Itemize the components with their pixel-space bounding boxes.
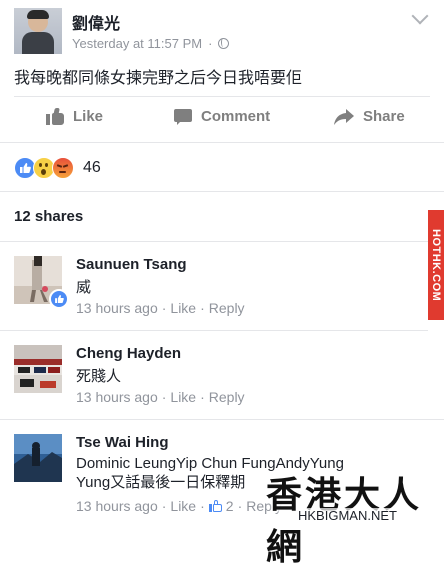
post-meta: Yesterday at 11:57 PM · [72, 36, 230, 51]
comment-reply-link[interactable]: Reply [209, 300, 245, 316]
comment-time[interactable]: 13 hours ago [76, 300, 158, 316]
meta-separator: · [161, 498, 167, 514]
comment-like-link[interactable]: Like [170, 498, 196, 514]
comment-label: Comment [201, 108, 271, 125]
meta-separator: · [200, 498, 205, 514]
comment-meta: 13 hours ago · Like · Reply [76, 389, 245, 405]
post-author-name[interactable]: 劉偉光 [72, 10, 120, 34]
comment-text: 威 [76, 279, 92, 296]
commenter-name[interactable]: Cheng Hayden [76, 345, 181, 362]
divider [0, 142, 444, 143]
meta-separator: · [161, 300, 167, 316]
reactions-summary[interactable]: 46 [14, 157, 101, 179]
comment-time[interactable]: 13 hours ago [76, 389, 158, 405]
comment-time[interactable]: 13 hours ago [76, 498, 158, 514]
share-arrow-icon [334, 108, 354, 125]
comment-like-link[interactable]: Like [170, 300, 196, 316]
divider [0, 241, 444, 242]
commenter-name[interactable]: Tse Wai Hing [76, 434, 169, 451]
chevron-down-icon[interactable] [411, 7, 429, 25]
divider [0, 191, 444, 192]
commenter-avatar[interactable] [14, 434, 62, 482]
commenter-name[interactable]: Saunuen Tsang [76, 256, 187, 273]
post-text: 我每晚都同條女揀完野之后今日我唔要佢 [14, 70, 303, 87]
like-button[interactable]: Like [46, 108, 103, 125]
liked-badge-icon [49, 289, 69, 309]
side-watermark: HOTHK.COM [428, 210, 444, 320]
divider [0, 330, 428, 331]
like-label: Like [73, 108, 104, 125]
comment-icon [174, 108, 192, 125]
divider [0, 419, 444, 420]
comment-like-count[interactable]: 2 [226, 498, 234, 514]
meta-separator: · [200, 300, 205, 316]
globe-icon [218, 38, 230, 49]
site-url-watermark: HKBIGMAN.NET [296, 508, 399, 523]
author-avatar[interactable] [14, 8, 62, 54]
thumbs-up-icon [208, 500, 222, 512]
meta-separator: · [208, 36, 213, 51]
share-button[interactable]: Share [334, 108, 405, 125]
commenter-avatar[interactable] [14, 345, 62, 393]
comment-meta: 13 hours ago · Like · 2 · Reply [76, 498, 282, 514]
reaction-count: 46 [83, 159, 101, 176]
comment-reply-link[interactable]: Reply [209, 389, 245, 405]
comment-meta: 13 hours ago · Like · Reply [76, 300, 245, 316]
comment-button[interactable]: Comment [174, 108, 270, 125]
meta-separator: · [237, 498, 243, 514]
thumbs-up-icon [46, 108, 64, 125]
post-timestamp[interactable]: Yesterday at 11:57 PM [72, 36, 202, 51]
angry-reaction-icon [52, 157, 74, 179]
meta-separator: · [161, 389, 167, 405]
comment-text: 死賤人 [76, 368, 122, 385]
shares-count[interactable]: 12 shares [14, 208, 83, 225]
divider [14, 96, 430, 97]
share-label: Share [363, 108, 405, 125]
comment-like-link[interactable]: Like [170, 389, 196, 405]
meta-separator: · [200, 389, 205, 405]
